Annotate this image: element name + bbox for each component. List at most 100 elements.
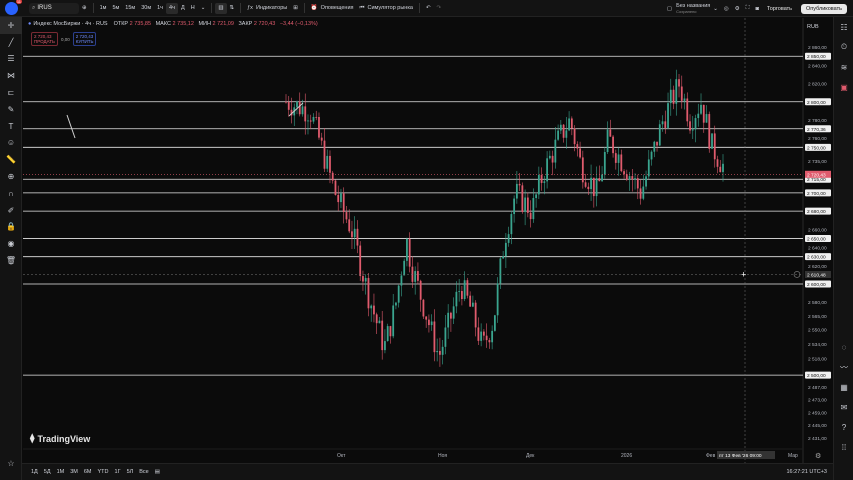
chevron-down-icon[interactable]: ⌄: [198, 3, 209, 14]
range-1d[interactable]: 1Д: [28, 469, 41, 475]
candle-body: [716, 159, 719, 167]
candle-body: [466, 280, 469, 296]
price-tick-label: 2 640,00: [808, 246, 827, 252]
candle-body: [647, 159, 650, 177]
trash-icon[interactable]: 🗑: [0, 252, 22, 269]
tf-30m[interactable]: 30м: [138, 3, 154, 14]
brush-icon[interactable]: ✎: [0, 101, 22, 118]
alerts-clock-icon[interactable]: ⏲: [834, 37, 853, 57]
tf-4h[interactable]: 4ч: [166, 2, 178, 14]
layout-menu[interactable]: ▢ Без названия Сохранено ⌄: [664, 3, 721, 14]
tf-15m[interactable]: 15м: [122, 3, 138, 14]
goto-date-icon[interactable]: ▤: [152, 469, 163, 475]
price-tick-label: 2 518,00: [808, 357, 827, 363]
tf-day[interactable]: Д: [178, 3, 188, 14]
candle-body: [606, 129, 609, 153]
candle-body: [719, 166, 722, 173]
candle-body: [474, 302, 477, 328]
level-price-label: 2 600,00: [807, 282, 826, 288]
publish-button[interactable]: Опубликовать: [801, 3, 847, 14]
tf-1h[interactable]: 1ч: [154, 3, 166, 14]
candle-body: [675, 79, 678, 104]
candle-body: [579, 148, 581, 158]
candle-body: [601, 174, 603, 182]
trend-line-icon[interactable]: ╱: [0, 34, 22, 51]
buy-button[interactable]: 2 720,43 КУПИТЬ: [72, 32, 97, 46]
candle-body: [603, 152, 606, 175]
fullscreen-icon[interactable]: ⛶: [743, 3, 753, 14]
candle-body: [515, 183, 518, 199]
settings-gear-icon[interactable]: ⚙: [732, 3, 743, 14]
lock-icon[interactable]: 🔒: [0, 219, 22, 236]
compare-icon[interactable]: ⇅: [227, 3, 238, 14]
notification-badge: 11: [15, 0, 22, 4]
candle-body: [392, 305, 395, 337]
tf-1m[interactable]: 1м: [97, 3, 110, 14]
pattern-icon[interactable]: ⋈: [0, 67, 22, 84]
eye-icon[interactable]: ◉: [0, 235, 22, 252]
candle-body: [455, 291, 458, 307]
star-icon[interactable]: ☆: [0, 455, 22, 472]
ruler-icon[interactable]: 📏: [0, 151, 22, 168]
undo-icon[interactable]: ↶: [423, 3, 434, 14]
watchlist-icon[interactable]: ☷: [834, 17, 853, 37]
notifications-icon[interactable]: ▣: [834, 77, 853, 97]
sell-button[interactable]: 2 720,43 ПРОДАТЬ: [31, 32, 58, 46]
candles-style-icon[interactable]: ▥: [215, 2, 227, 14]
candle-body: [540, 174, 543, 183]
replay-button[interactable]: ⏮ Симулятор рынка: [357, 3, 416, 14]
pulse-icon[interactable]: 〰: [834, 357, 853, 377]
layers-icon[interactable]: ≋: [834, 57, 853, 77]
crosshair-icon[interactable]: ✛: [0, 17, 22, 34]
candle-body: [650, 151, 653, 160]
candle-body: [722, 163, 724, 173]
range-5y[interactable]: 5Л: [124, 469, 137, 475]
tf-5m[interactable]: 5м: [109, 3, 122, 14]
stay-drawing-icon[interactable]: ✐: [0, 202, 22, 219]
fib-icon[interactable]: ☰: [0, 51, 22, 68]
trade-button[interactable]: Торговать: [762, 4, 797, 14]
camera-icon[interactable]: ◙: [753, 3, 762, 14]
range-1m[interactable]: 1М: [54, 469, 68, 475]
alerts-button[interactable]: ⏰ Оповещения: [308, 3, 357, 14]
candle-body: [680, 86, 683, 101]
projection-icon[interactable]: ⊏: [0, 84, 22, 101]
chart-svg[interactable]: RUB 2 860,00 2 850,00 2 840,00 2 820,00 2 800…: [23, 18, 833, 463]
candle-body: [521, 185, 524, 212]
symbol-search-input[interactable]: ⌕ IRUS: [29, 2, 79, 14]
range-ytd[interactable]: YTD: [95, 469, 112, 475]
candle-body: [384, 341, 386, 351]
candle-body: [645, 176, 647, 187]
emoji-icon[interactable]: ☺: [0, 135, 22, 152]
candle-body: [395, 302, 397, 306]
ideas-icon[interactable]: ◌: [834, 337, 853, 357]
redo-icon[interactable]: ↷: [434, 3, 445, 14]
templates-icon[interactable]: ⊞: [290, 3, 301, 14]
candle-body: [661, 121, 664, 125]
candle-body: [532, 198, 535, 220]
help-icon[interactable]: ?: [834, 417, 853, 437]
compare-plus-icon[interactable]: ⊕: [79, 3, 90, 14]
candle-body: [378, 320, 381, 324]
range-6m[interactable]: 6М: [81, 469, 95, 475]
indicators-button[interactable]: ƒx Индикаторы: [244, 3, 290, 14]
calendar-icon[interactable]: ▦: [834, 377, 853, 397]
quick-search-icon[interactable]: ◎: [721, 3, 732, 14]
crosshair-time-label: пт 13 Фев '26 09:00: [719, 453, 762, 459]
apps-grid-icon[interactable]: ⁞⁞: [834, 437, 853, 457]
candle-body: [713, 133, 716, 160]
text-icon[interactable]: T: [0, 118, 22, 135]
range-1y[interactable]: 1Г: [112, 469, 124, 475]
profile-icon[interactable]: 11: [5, 0, 22, 15]
range-3m[interactable]: 3М: [67, 469, 81, 475]
price-tick-label: 2 580,00: [808, 300, 827, 306]
range-all[interactable]: Все: [136, 469, 151, 475]
chat-icon[interactable]: ✉: [834, 397, 853, 417]
layout-status: Сохранено: [676, 8, 697, 14]
tf-week[interactable]: Н: [188, 3, 198, 14]
magnet-icon[interactable]: ∩: [0, 185, 22, 202]
chart-pane[interactable]: RUB 2 860,00 2 850,00 2 840,00 2 820,00 2 800…: [23, 18, 833, 463]
candle-body: [444, 327, 447, 347]
zoom-icon[interactable]: ⊕: [0, 168, 22, 185]
range-5d[interactable]: 5Д: [41, 469, 54, 475]
